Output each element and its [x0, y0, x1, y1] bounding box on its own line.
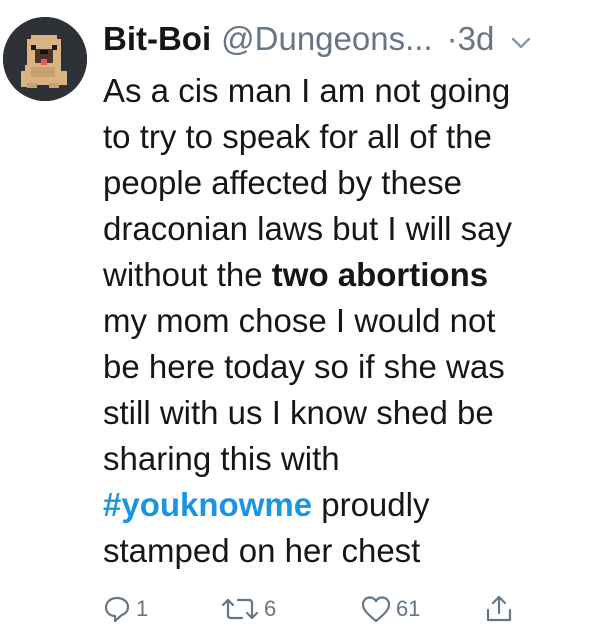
- tweet-text-line: without the two abortions: [103, 252, 573, 298]
- retweet-icon: [220, 594, 260, 624]
- reply-count: 1: [136, 596, 149, 621]
- heart-icon: [360, 594, 392, 624]
- display-name[interactable]: Bit-Boi: [103, 20, 211, 58]
- tweet-text-line: #youknowme proudly: [103, 482, 573, 528]
- chevron-down-icon[interactable]: [508, 26, 534, 52]
- retweet-button[interactable]: 6: [220, 592, 276, 626]
- bold-text: two abortions: [271, 256, 489, 293]
- tweet-text: As a cis man I am not going to try to sp…: [103, 68, 573, 574]
- tweet-text-line: stamped on her chest: [103, 532, 421, 569]
- tweet-card[interactable]: Bit-Boi @Dungeons... ·3d As a cis man I …: [0, 0, 590, 636]
- hashtag-link[interactable]: #youknowme: [103, 486, 312, 523]
- like-button[interactable]: 61: [360, 592, 420, 626]
- pixel-pug-avatar: [3, 17, 87, 101]
- tweet-header: Bit-Boi @Dungeons... ·3d: [103, 16, 534, 62]
- share-button[interactable]: [484, 592, 514, 626]
- reply-button[interactable]: 1: [102, 592, 148, 626]
- tweet-text-line: people affected by these: [103, 164, 463, 201]
- tweet-text-line: to try to speak for all of the: [103, 118, 492, 155]
- avatar[interactable]: [3, 17, 87, 101]
- tweet-text-line: my mom chose I would not: [103, 302, 496, 339]
- tweet-text-line: sharing this with: [103, 440, 340, 477]
- retweet-count: 6: [264, 596, 277, 621]
- tweet-text-segment: proudly: [312, 486, 430, 523]
- tweet-text-line: draconian laws but I will say: [103, 210, 513, 247]
- tweet-text-line: be here today so if she was: [103, 348, 505, 385]
- user-handle[interactable]: @Dungeons...: [221, 20, 432, 58]
- reply-icon: [102, 594, 132, 624]
- timestamp[interactable]: ·3d: [447, 20, 495, 58]
- action-bar: 1 6 61: [102, 592, 542, 626]
- like-count: 61: [396, 596, 421, 621]
- share-icon: [484, 594, 514, 624]
- tweet-text-segment: without the: [103, 256, 272, 293]
- tweet-text-line: As a cis man I am not going: [103, 72, 511, 109]
- tweet-text-line: still with us I know shed be: [103, 394, 494, 431]
